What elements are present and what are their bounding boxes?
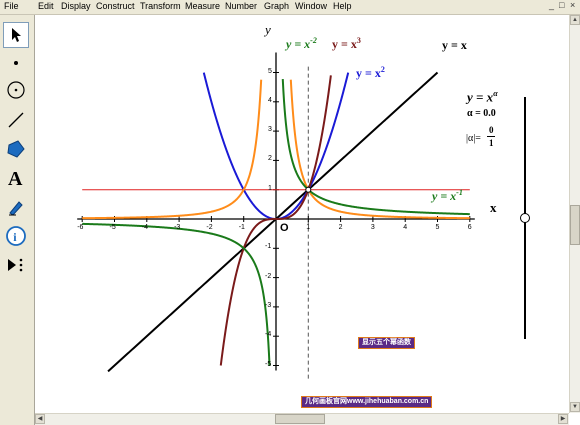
- x-tick-label: -3: [174, 224, 181, 231]
- x-tick-label: -5: [109, 224, 116, 231]
- information-tool[interactable]: i: [3, 223, 29, 249]
- y-tick-label: -3: [265, 301, 272, 309]
- y-tick-label: 1: [268, 184, 272, 192]
- horizontal-scroll-thumb[interactable]: [275, 414, 325, 424]
- x-tick-label: 4: [403, 224, 408, 231]
- custom-tools-icon: [8, 258, 23, 272]
- coordinate-plot[interactable]: [35, 15, 568, 413]
- maximize-button[interactable]: □: [559, 0, 564, 10]
- scroll-up-button[interactable]: ▲: [570, 15, 580, 25]
- label-x: y = x: [442, 38, 467, 52]
- y-axis-label: y: [265, 22, 271, 37]
- point-icon: [14, 61, 18, 65]
- curve-x: [107, 71, 439, 373]
- label-x2: y = x2: [356, 65, 385, 80]
- scroll-right-button[interactable]: ▶: [558, 414, 568, 424]
- menu-graph[interactable]: Graph: [264, 1, 289, 11]
- polygon-icon: [7, 140, 25, 158]
- toolbox: A i: [0, 15, 35, 425]
- circle-icon: [7, 81, 25, 99]
- horizontal-scrollbar[interactable]: ◀ ▶: [35, 413, 569, 425]
- y-tick-label: 3: [268, 126, 272, 134]
- menu-display[interactable]: Display: [61, 1, 91, 11]
- menu-help[interactable]: Help: [333, 1, 352, 11]
- custom-tool[interactable]: [3, 252, 29, 278]
- y-tick-label: -1: [265, 243, 272, 251]
- menu-file[interactable]: File: [4, 1, 19, 11]
- sketch-canvas[interactable]: -6 -5 -4 -3 -2 -1 1 2 3 4 5 6 5 4 3 2 1 -1 -2 -3 -4 -5 y x O …: [35, 15, 568, 413]
- x-tick-label: 3: [370, 224, 375, 231]
- straightedge-tool[interactable]: [3, 107, 29, 133]
- menu-edit[interactable]: Edit: [38, 1, 54, 11]
- origin-label: O: [280, 222, 289, 234]
- y-tick-label: -2: [265, 272, 272, 280]
- curve-x-neg1-left: [82, 222, 271, 366]
- menu-transform[interactable]: Transform: [140, 1, 181, 11]
- vertical-scrollbar[interactable]: ▲ ▼: [569, 15, 580, 413]
- x-tick-label: 5: [435, 224, 440, 231]
- x-axis-label: x: [490, 200, 497, 215]
- curve-x-neg2-left: [82, 79, 263, 220]
- minimize-button[interactable]: _: [549, 0, 554, 10]
- y-tick-label: 4: [268, 96, 272, 104]
- param-formula: y = xα: [467, 89, 498, 105]
- menu-number[interactable]: Number: [225, 1, 257, 11]
- x-tick-label: -1: [238, 224, 245, 231]
- alpha-value: α = 0.0: [467, 108, 496, 119]
- website-link-button[interactable]: 几何画板官网www.jihehuaban.com.cn: [301, 396, 433, 408]
- x-tick-label: -4: [141, 224, 149, 231]
- menu-construct[interactable]: Construct: [96, 1, 135, 11]
- fraction-numerator: 0: [489, 125, 494, 135]
- fraction-bar: [487, 136, 495, 137]
- show-five-functions-button[interactable]: 显示五个幂函数: [358, 337, 415, 349]
- y-tick-label: 5: [268, 67, 272, 75]
- x-tick-label: 2: [338, 224, 343, 231]
- info-icon: i: [6, 226, 26, 246]
- text-icon: A: [8, 168, 23, 189]
- alpha-slider-handle[interactable]: [520, 213, 530, 223]
- y-tick-label: -4: [265, 331, 272, 339]
- label-x-neg2: y = x-2: [286, 36, 317, 51]
- intersection-point: [305, 186, 312, 193]
- segment-icon: [8, 112, 24, 128]
- y-tick-label: -5: [265, 360, 272, 368]
- abs-alpha-label: |α|=: [466, 133, 481, 144]
- arrow-select-tool[interactable]: [3, 22, 29, 48]
- x-tick-label: 1: [306, 224, 311, 231]
- vertical-scroll-thumb[interactable]: [570, 205, 580, 245]
- label-x3: y = x3: [332, 36, 361, 51]
- label-x-neg1: y = x-1: [432, 188, 463, 203]
- menu-measure[interactable]: Measure: [185, 1, 220, 11]
- fraction-denominator: 1: [489, 138, 494, 148]
- y-tick-label: 2: [268, 155, 272, 163]
- x-tick-label: -2: [206, 224, 213, 231]
- menu-window[interactable]: Window: [295, 1, 327, 11]
- scroll-left-button[interactable]: ◀: [35, 414, 45, 424]
- polygon-tool[interactable]: [3, 136, 29, 162]
- arrow-pointer-icon: [12, 28, 21, 42]
- x-tick-label: 6: [467, 224, 472, 231]
- point-tool[interactable]: [3, 50, 29, 76]
- compass-tool[interactable]: [3, 77, 29, 103]
- close-button[interactable]: ×: [570, 0, 575, 10]
- x-tick-label: -6: [77, 224, 84, 231]
- menu-bar: File Edit Display Construct Transform Me…: [0, 0, 580, 15]
- marker-tool[interactable]: [3, 194, 29, 220]
- pen-icon: [9, 201, 23, 216]
- text-tool[interactable]: A: [3, 165, 29, 191]
- scroll-down-button[interactable]: ▼: [570, 402, 580, 412]
- svg-text:A: A: [8, 168, 23, 189]
